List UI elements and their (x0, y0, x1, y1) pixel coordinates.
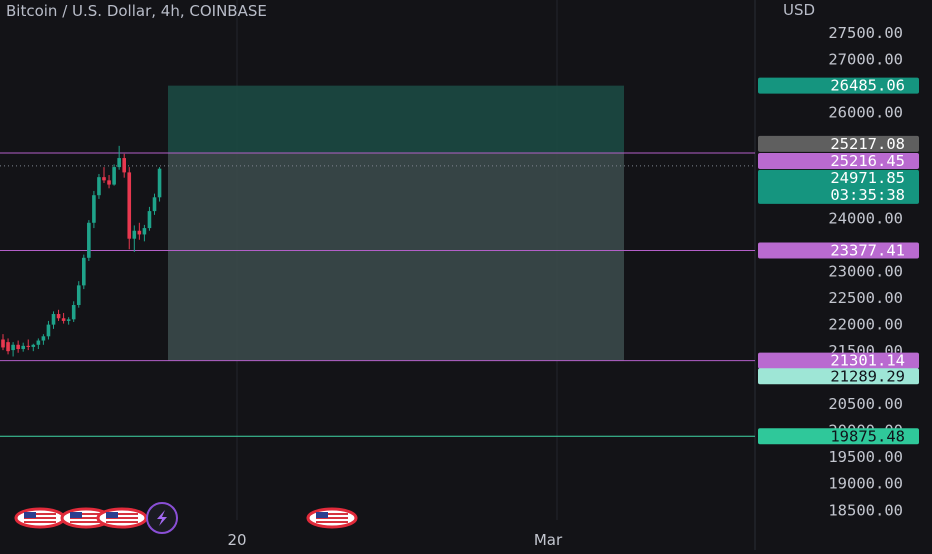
candle-body[interactable] (1, 339, 5, 348)
candle-body[interactable] (142, 228, 147, 235)
price-tag-label: 24971.85 (830, 169, 905, 187)
candle-body[interactable] (92, 195, 96, 223)
y-tick-label: 24000.00 (828, 209, 903, 227)
candle-body[interactable] (147, 211, 152, 229)
price-tag-label: 19875.48 (830, 427, 905, 445)
price-tag-label: 23377.41 (830, 242, 905, 260)
us-flag-icon[interactable] (96, 507, 148, 529)
candle-body[interactable] (82, 257, 86, 286)
flag-icon-canton (316, 512, 328, 518)
flag-icon-stripe (316, 521, 348, 523)
flag-icon-canton (24, 512, 36, 518)
y-tick-label: 18500.00 (828, 501, 903, 519)
candle-body[interactable] (112, 167, 116, 185)
y-tick-label: 19000.00 (828, 475, 903, 493)
candle-body[interactable] (41, 336, 46, 341)
candle-body[interactable] (36, 340, 41, 345)
candle-body[interactable] (97, 177, 101, 196)
flag-icon-canton (70, 512, 82, 518)
candle-body[interactable] (66, 319, 71, 321)
candle-body[interactable] (56, 314, 61, 319)
stop-zone[interactable] (168, 152, 624, 361)
y-tick-label: 20500.00 (828, 395, 903, 413)
y-tick-label: 22500.00 (828, 289, 903, 307)
time-axis: 20 Mar (227, 531, 563, 549)
profit-zone[interactable] (168, 85, 624, 153)
flag-icon-stripe (24, 521, 56, 523)
chart-title: Bitcoin / U.S. Dollar, 4h, COINBASE (6, 2, 267, 20)
candle-body[interactable] (21, 345, 25, 350)
y-tick-label: 22000.00 (828, 316, 903, 334)
chart-area[interactable]: 27500.0027000.0026000.0024500.0024000.00… (0, 0, 932, 550)
y-tick-label: 27500.00 (828, 24, 903, 42)
candle-body[interactable] (117, 158, 121, 168)
us-flag-icon[interactable] (306, 507, 358, 529)
candle-body[interactable] (6, 342, 10, 352)
lightning-icon[interactable] (146, 502, 178, 534)
flag-icon-stripe (106, 521, 138, 523)
candle-body[interactable] (11, 344, 15, 351)
price-tag-label: 21289.29 (830, 367, 905, 385)
y-tick-label: 27000.00 (828, 50, 903, 68)
event-icons (14, 502, 358, 534)
candle-body[interactable] (137, 230, 142, 235)
candle-body[interactable] (76, 285, 81, 306)
us-flag-icon[interactable] (14, 507, 66, 529)
candle-body[interactable] (31, 344, 36, 347)
candle-body[interactable] (87, 222, 91, 258)
candles (1, 145, 162, 357)
y-tick-label: 23000.00 (828, 263, 903, 281)
candle-body[interactable] (16, 344, 20, 350)
candle-body[interactable] (122, 158, 126, 173)
candle-body[interactable] (157, 168, 162, 198)
candle-body[interactable] (46, 324, 51, 337)
x-tick-label: Mar (534, 531, 563, 549)
candle-body[interactable] (132, 230, 137, 239)
flag-icon-stripe (70, 521, 102, 523)
price-tag-label: 25216.45 (830, 152, 905, 170)
price-tag-label: 25217.08 (830, 135, 905, 153)
currency-label: USD (783, 1, 816, 19)
candle-body[interactable] (51, 314, 56, 325)
candle-body[interactable] (61, 318, 66, 321)
flag-icon-canton (106, 512, 118, 518)
countdown-label: 03:35:38 (830, 186, 905, 204)
price-chart[interactable]: 27500.0027000.0026000.0024500.0024000.00… (0, 0, 932, 550)
price-tags: 26485.06 25217.0825216.4524971.8503:35:38… (758, 77, 919, 445)
candle-body[interactable] (152, 197, 157, 212)
price-tag-label: 26485.06 (830, 77, 905, 95)
candle-body[interactable] (107, 180, 111, 185)
candle-body[interactable] (102, 177, 106, 181)
candle-body[interactable] (127, 172, 132, 239)
y-tick-label: 26000.00 (828, 103, 903, 121)
y-tick-label: 19500.00 (828, 448, 903, 466)
x-tick-label: 20 (227, 531, 246, 549)
candle-body[interactable] (71, 305, 76, 320)
candle-body[interactable] (26, 345, 31, 347)
position-zone (168, 85, 624, 361)
